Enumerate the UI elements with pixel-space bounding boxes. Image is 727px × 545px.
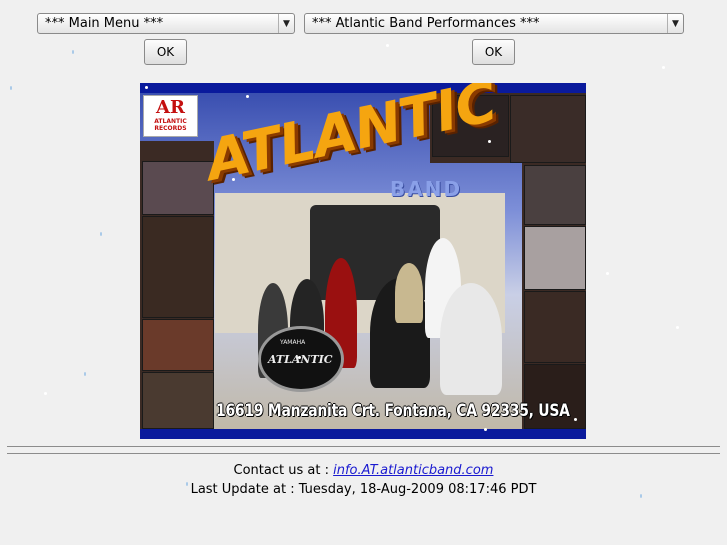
snowflake xyxy=(246,95,249,98)
snowflake xyxy=(50,18,53,21)
performances-ok-button[interactable]: OK xyxy=(472,39,515,65)
divider xyxy=(7,453,720,454)
chevron-down-icon[interactable]: ▼ xyxy=(667,14,683,33)
snowflake xyxy=(298,356,301,359)
last-update-value: Tuesday, 18-Aug-2009 08:17:46 PDT xyxy=(298,482,537,497)
snowflake xyxy=(386,44,389,47)
main-menu-select[interactable]: *** Main Menu *** ▼ xyxy=(37,13,295,34)
poster-address: 16619 Manzanita Crt. Fontana, CA 92335, … xyxy=(216,401,570,421)
divider xyxy=(7,446,720,447)
snowflake xyxy=(44,392,47,395)
snowflake xyxy=(676,326,679,329)
main-menu-ok-button[interactable]: OK xyxy=(144,39,187,65)
snowflake xyxy=(186,482,188,486)
snowflake xyxy=(232,178,235,181)
contact-label: Contact us at : xyxy=(233,463,329,478)
chevron-down-icon[interactable]: ▼ xyxy=(278,14,294,33)
logo-text-1: ATLANTIC xyxy=(154,118,187,125)
last-update-line: Last Update at : Tuesday, 18-Aug-2009 08… xyxy=(0,482,727,497)
drum-text: ATLANTIC xyxy=(268,353,333,366)
logo-text-2: RECORDS xyxy=(154,125,187,132)
poster-subheadline: BAND xyxy=(390,177,463,201)
snowflake xyxy=(10,86,12,90)
snowflake xyxy=(484,428,487,431)
snowflake xyxy=(640,494,642,498)
snowflake xyxy=(662,66,665,69)
atlantic-records-logo: AR ATLANTIC RECORDS xyxy=(143,95,198,137)
snowflake xyxy=(574,418,577,421)
contact-email-link[interactable]: info.AT.atlanticband.com xyxy=(333,463,493,478)
last-update-label: Last Update at : xyxy=(190,482,295,497)
drum-brand: YAMAHA xyxy=(280,339,306,346)
main-menu-selected: *** Main Menu *** xyxy=(45,16,164,31)
snowflake xyxy=(145,86,148,89)
performances-select[interactable]: *** Atlantic Band Performances *** ▼ xyxy=(304,13,684,34)
performances-selected: *** Atlantic Band Performances *** xyxy=(312,16,540,31)
snowflake xyxy=(488,140,491,143)
contact-line: Contact us at : info.AT.atlanticband.com xyxy=(0,463,727,478)
snowflake xyxy=(72,50,74,54)
snowflake xyxy=(84,372,86,376)
band-poster-image: ATLANTIC YAMAHA ATLANTIC BAND AR ATLANTI… xyxy=(140,83,586,439)
snowflake xyxy=(606,272,609,275)
snowflake xyxy=(100,232,102,236)
logo-mark: AR xyxy=(156,97,185,118)
